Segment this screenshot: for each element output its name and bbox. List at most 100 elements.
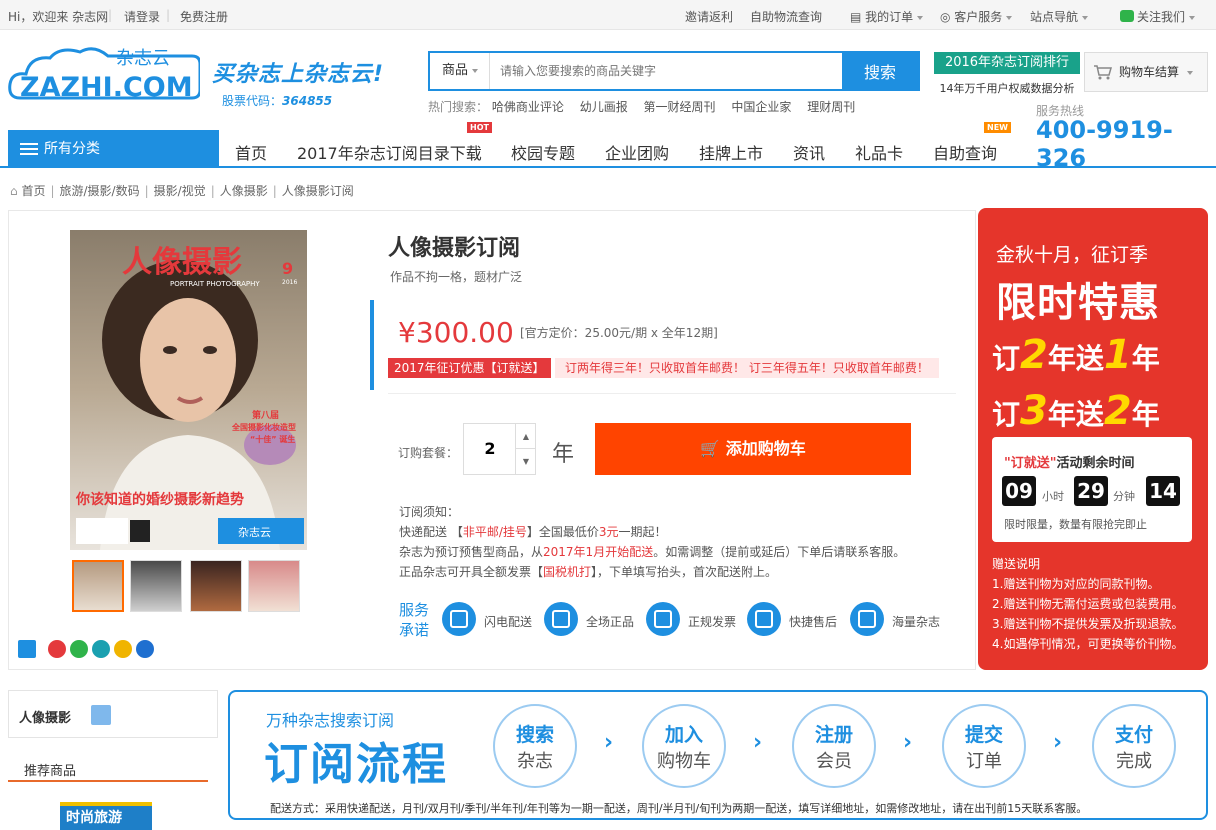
login-link[interactable]: 请登录 — [124, 8, 160, 25]
price-accent-bar — [370, 300, 374, 390]
quantity-label: 订购套餐： — [398, 446, 459, 460]
invite-link[interactable]: 邀请返利 — [685, 8, 733, 25]
follow-link[interactable]: 关注我们 — [1120, 8, 1196, 25]
countdown-title: "订就送"活动剩余时间 — [1004, 456, 1135, 471]
weibo-icon[interactable] — [48, 640, 66, 658]
order-icon: ▤ — [850, 10, 866, 24]
hot-term[interactable]: 幼儿画报 — [580, 100, 628, 114]
price-note: [官方定价：25.00元/期 x 全年12期] — [520, 326, 718, 340]
site-logo[interactable]: 杂志云 ZAZHI.COM — [8, 42, 202, 106]
service-link[interactable]: ◎ 客户服务 — [940, 8, 1013, 25]
nav-home[interactable]: 首页 — [235, 140, 267, 164]
headset-icon: ◎ — [940, 10, 955, 24]
flow-step: 搜索 杂志 — [493, 704, 577, 788]
quantity-input[interactable] — [464, 424, 516, 474]
countdown-unit: 分钟 — [1113, 490, 1135, 503]
cart-icon: 🛒 — [700, 439, 726, 458]
wechat-share-icon[interactable] — [70, 640, 88, 658]
nav-catalog-download[interactable]: 2017年杂志订阅目录下载 — [297, 140, 482, 164]
product-price: ¥300.00 — [398, 316, 514, 349]
promo-offer-2: 订3年送2年 — [992, 388, 1160, 434]
add-to-cart-button[interactable]: 🛒 添加购物车 — [595, 423, 911, 475]
countdown-timer: "订就送"活动剩余时间 09 小时 29 分钟 14 限时限量，数量有限抢完即止 — [992, 437, 1192, 542]
promo-tag: 2017年征订优惠【订就送】 — [388, 358, 551, 378]
breadcrumb-item[interactable]: 首页 — [21, 184, 45, 198]
divider: | — [108, 8, 113, 22]
ranking-subtitle: 14年万千用户权威数据分析 — [939, 82, 1075, 95]
product-title: 人像摄影订阅 — [388, 236, 521, 261]
nav-group-buy[interactable]: 企业团购 — [605, 140, 669, 164]
thumbnail[interactable] — [248, 560, 300, 612]
slogan: 买杂志上杂志云! — [212, 62, 385, 87]
all-categories-button[interactable]: 所有分类 — [8, 130, 219, 168]
invoice-icon — [646, 602, 680, 636]
nav-news[interactable]: 资讯 — [793, 140, 825, 164]
cover-issue: 9 — [282, 259, 293, 278]
quantity-decrease-button[interactable]: ▼ — [515, 449, 536, 474]
recommend-book-cover[interactable]: 时尚旅游 — [60, 802, 152, 830]
flow-step: 加入 购物车 — [642, 704, 726, 788]
cover-headline: 你该知道的婚纱摄影新趋势 — [75, 491, 244, 508]
product-subtitle: 作品不拘一格，题材广泛 — [390, 270, 523, 284]
flow-title: 订阅流程 — [264, 739, 448, 790]
quantity-unit: 年 — [552, 442, 575, 467]
main-nav: 所有分类 首页 2017年杂志订阅目录下载 HOT 校园专题 企业团购 挂牌上市… — [0, 122, 1216, 168]
renren-icon[interactable] — [136, 640, 154, 658]
countdown-unit: 小时 — [1042, 490, 1064, 503]
qq-icon[interactable] — [91, 705, 111, 725]
breadcrumb-item[interactable]: 人像摄影 — [220, 184, 268, 198]
logistics-link[interactable]: 自助物流查询 — [750, 8, 822, 25]
order-notice: 订阅须知： 快递配送 【非平邮/挂号】全国最低价3元一期起！ 杂志为预订预售型商… — [399, 505, 906, 579]
cover-side-2: 全国摄影化妆造型 — [231, 422, 296, 432]
thumbnail[interactable] — [190, 560, 242, 612]
cover-year: 2016 — [282, 279, 297, 286]
search-button[interactable]: 搜索 — [842, 53, 918, 89]
breadcrumb-item: 人像摄影订阅 — [281, 184, 354, 198]
search-input[interactable] — [492, 53, 842, 89]
nav-gift-card[interactable]: 礼品卡 — [855, 140, 903, 164]
greeting: Hi，欢迎来 杂志网 — [8, 10, 109, 24]
cover-art: 人像摄影 PORTRAIT PHOTOGRAPHY 9 2016 第八届 全国摄… — [70, 230, 307, 550]
thumbnail[interactable] — [72, 560, 124, 612]
site-nav-link[interactable]: 站点导航 — [1030, 8, 1089, 25]
magazine-cover-image[interactable]: 人像摄影 PORTRAIT PHOTOGRAPHY 9 2016 第八届 全国摄… — [70, 230, 307, 550]
hot-term[interactable]: 中国企业家 — [731, 100, 791, 114]
flow-step: 提交 订单 — [942, 704, 1026, 788]
lightning-icon — [442, 602, 476, 636]
magazine-icon — [850, 602, 884, 636]
search-bar: 商品 搜索 — [428, 51, 920, 91]
pinterest-icon[interactable] — [92, 640, 110, 658]
hot-term[interactable]: 哈佛商业评论 — [492, 100, 564, 114]
search-category-select[interactable]: 商品 — [430, 53, 490, 89]
divider — [388, 393, 956, 394]
register-link[interactable]: 免费注册 — [180, 8, 228, 25]
share-plus-icon[interactable] — [18, 640, 36, 658]
recommend-underline — [8, 780, 208, 782]
cart-icon — [1094, 65, 1112, 80]
cover-en: PORTRAIT PHOTOGRAPHY — [170, 280, 260, 288]
nav-listing[interactable]: 挂牌上市 — [699, 140, 763, 164]
promo-panel: 金秋十月，征订季 限时特惠 订2年送1年 订3年送2年 "订就送"活动剩余时间 … — [978, 208, 1208, 670]
arrow-right-icon: › — [903, 730, 913, 755]
breadcrumb: ⌂ 首页 | 旅游/摄影/数码 | 摄影/视觉 | 人像摄影 | 人像摄影订阅 — [10, 184, 354, 198]
breadcrumb-item[interactable]: 摄影/视觉 — [154, 184, 206, 198]
subscription-flow: 万种杂志搜索订阅 订阅流程 搜索 杂志 › 加入 购物车 › 注册 会员 › 提交 订单… — [228, 690, 1208, 820]
new-badge: NEW — [984, 122, 1011, 133]
genuine-icon — [544, 602, 578, 636]
flow-step: 支付 完成 — [1092, 704, 1176, 788]
breadcrumb-item[interactable]: 旅游/摄影/数码 — [60, 184, 140, 198]
wechat-icon — [1120, 10, 1134, 22]
countdown-seconds: 14 — [1146, 476, 1180, 506]
cart-button[interactable]: 购物车结算 — [1084, 52, 1208, 92]
ranking-banner[interactable]: 2016年杂志订阅排行 — [934, 52, 1080, 74]
nav-self-query[interactable]: 自助查询 — [933, 140, 997, 164]
thumbnail[interactable] — [130, 560, 182, 612]
hot-term[interactable]: 第一财经周刊 — [644, 100, 716, 114]
nav-campus[interactable]: 校园专题 — [511, 140, 575, 164]
orders-link[interactable]: ▤ 我的订单 — [850, 8, 924, 25]
delivery-note: 配送方式：采用快递配送，月刊/双月刊/季刊/半年刊/年刊等为一期一配送，周刊/半… — [270, 802, 1088, 815]
star-icon[interactable] — [114, 640, 132, 658]
quantity-increase-button[interactable]: ▲ — [515, 424, 536, 449]
hot-term[interactable]: 理财周刊 — [807, 100, 855, 114]
flow-step: 注册 会员 — [792, 704, 876, 788]
